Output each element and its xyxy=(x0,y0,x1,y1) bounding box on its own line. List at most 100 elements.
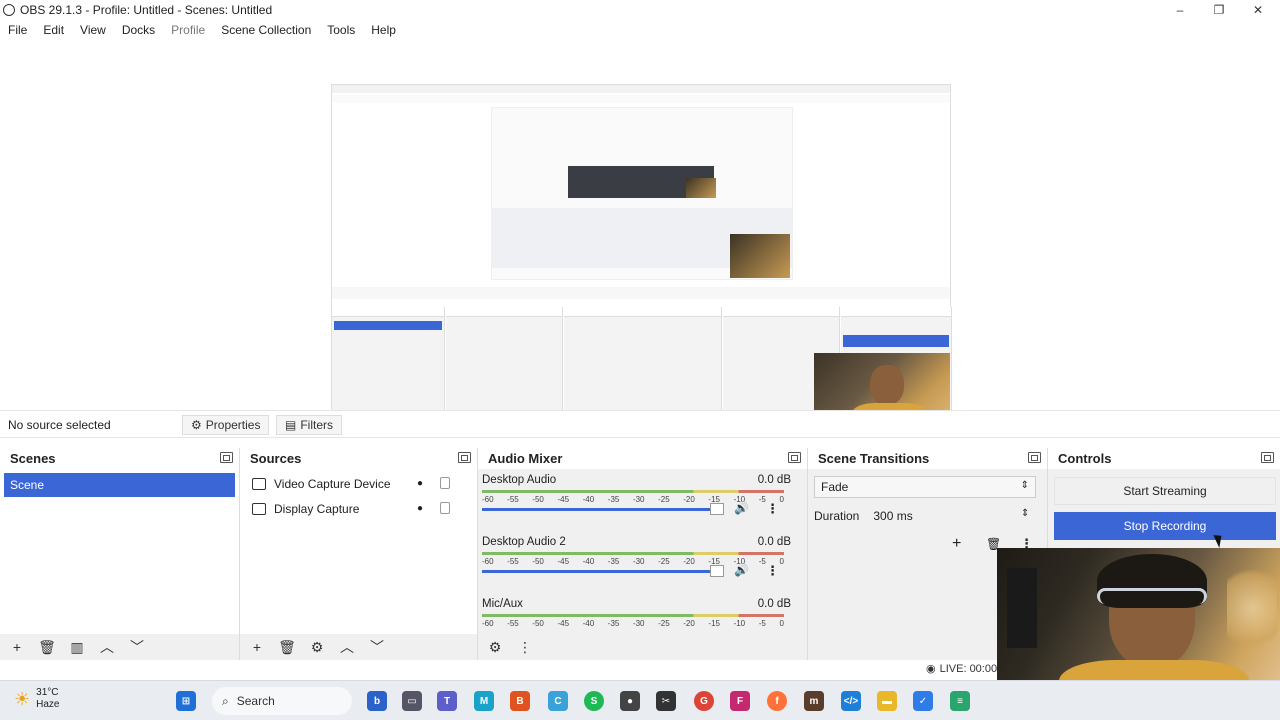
menu-profile[interactable]: Profile xyxy=(163,23,213,37)
add-transition-icon[interactable]: + xyxy=(952,535,961,553)
spotify-icon[interactable]: S xyxy=(584,691,604,711)
move-down-icon[interactable]: ﹀ xyxy=(368,638,386,656)
stop-recording-button[interactable]: Stop Recording xyxy=(1054,512,1276,540)
start-streaming-button[interactable]: Start Streaming xyxy=(1054,477,1276,505)
menu-view[interactable]: View xyxy=(72,23,114,37)
mixer-footer: ⚙ ⋮ xyxy=(478,634,807,660)
monitor-icon xyxy=(252,502,266,515)
undock-icon[interactable] xyxy=(458,452,471,463)
move-down-icon[interactable]: ﹀ xyxy=(128,638,146,656)
audio-mixer-title-bar: Audio Mixer xyxy=(478,448,807,469)
kebab-menu-icon[interactable]: ⋮ xyxy=(766,501,779,517)
obs-window: OBS 29.1.3 - Profile: Untitled - Scenes:… xyxy=(0,0,1280,720)
transition-type-select[interactable]: Fade ⇕ xyxy=(814,476,1036,498)
window-title: OBS 29.1.3 - Profile: Untitled - Scenes:… xyxy=(20,3,273,17)
lock-icon[interactable] xyxy=(440,502,450,514)
sources-title: Sources xyxy=(250,451,302,466)
temperature: 31°C xyxy=(36,687,59,698)
controls-title-bar: Controls xyxy=(1048,448,1280,469)
teams-icon[interactable]: T xyxy=(437,691,457,711)
source-name: Display Capture xyxy=(274,501,360,516)
gear-icon[interactable]: ⚙ xyxy=(308,638,326,656)
source-name: Video Capture Device xyxy=(274,476,391,491)
notepad-icon[interactable]: ≡ xyxy=(950,691,970,711)
channel-level: 0.0 dB xyxy=(757,536,791,548)
todo-icon[interactable]: ✓ xyxy=(913,691,933,711)
channel-name: Desktop Audio 2 xyxy=(482,536,566,548)
eye-icon[interactable]: ● xyxy=(417,503,429,514)
minimize-button[interactable]: – xyxy=(1160,0,1200,20)
volume-meter xyxy=(482,614,784,617)
sun-haze-icon: ☀ xyxy=(14,689,31,709)
channel-level: 0.0 dB xyxy=(757,474,791,486)
gear-icon: ⚙ xyxy=(191,418,202,432)
kebab-menu-icon[interactable]: ⋮ xyxy=(766,563,779,579)
spin-arrows-icon[interactable]: ⇕ xyxy=(1021,508,1029,519)
mysql-icon[interactable]: M xyxy=(474,691,494,711)
weather-condition: Haze xyxy=(36,699,60,710)
sources-dock: Sources Video Capture Device ● Display C… xyxy=(240,448,478,660)
weather-widget[interactable]: ☀ 31°C Haze xyxy=(14,687,60,711)
volume-slider-handle[interactable] xyxy=(710,565,724,577)
obs-taskbar-icon[interactable]: ● xyxy=(620,691,640,711)
scene-filter-icon[interactable]: ▥ xyxy=(68,638,86,656)
folder-icon[interactable]: ▬ xyxy=(877,691,897,711)
undock-icon[interactable] xyxy=(220,452,233,463)
undock-icon[interactable] xyxy=(1028,452,1041,463)
channel-name: Desktop Audio xyxy=(482,474,557,486)
volume-slider-handle[interactable] xyxy=(710,503,724,515)
sources-dock-title: Sources xyxy=(240,448,477,469)
properties-button[interactable]: ⚙ Properties xyxy=(182,415,270,435)
undock-icon[interactable] xyxy=(788,452,801,463)
duration-value: 300 ms xyxy=(873,509,913,523)
menu-tools[interactable]: Tools xyxy=(319,23,363,37)
menu-help[interactable]: Help xyxy=(363,23,404,37)
preview-area[interactable] xyxy=(0,40,1280,437)
eye-icon[interactable]: ● xyxy=(417,478,429,489)
figma-icon[interactable]: F xyxy=(730,691,750,711)
filter-icon: ▤ xyxy=(285,418,297,432)
duration-input[interactable]: 300 ms ⇕ xyxy=(867,505,1036,527)
add-scene-icon[interactable]: + xyxy=(8,638,26,656)
undock-icon[interactable] xyxy=(1261,452,1274,463)
brave-icon[interactable]: B xyxy=(510,691,530,711)
file-explorer-icon[interactable]: ▭ xyxy=(402,691,422,711)
volume-slider[interactable] xyxy=(482,508,722,511)
move-up-icon[interactable]: ︿ xyxy=(338,638,356,656)
close-button[interactable]: ✕ xyxy=(1238,0,1278,20)
copilot-icon[interactable]: b xyxy=(367,691,387,711)
scenes-dock: Scenes Scene + 🗑 ▥ ︿ ﹀ xyxy=(0,448,240,660)
volume-slider[interactable] xyxy=(482,570,722,573)
minecraft-icon[interactable]: m xyxy=(804,691,824,711)
advanced-audio-gear-icon[interactable]: ⚙ xyxy=(486,638,504,656)
lock-icon[interactable] xyxy=(440,477,450,489)
source-row[interactable]: Display Capture ● xyxy=(240,496,477,521)
add-source-icon[interactable]: + xyxy=(248,638,266,656)
transition-type-value: Fade xyxy=(821,480,849,494)
menu-docks[interactable]: Docks xyxy=(114,23,163,37)
kebab-menu-icon[interactable]: ⋮ xyxy=(516,638,534,656)
chrome-canary-icon[interactable]: C xyxy=(548,691,568,711)
scene-item[interactable]: Scene xyxy=(4,473,235,497)
move-up-icon[interactable]: ︿ xyxy=(98,638,116,656)
trash-icon[interactable]: 🗑 xyxy=(278,638,296,656)
taskbar-search[interactable]: ⌕ Search xyxy=(212,687,352,715)
snipping-tool-icon[interactable]: ✂ xyxy=(656,691,676,711)
controls-title: Controls xyxy=(1058,451,1112,466)
source-row[interactable]: Video Capture Device ● xyxy=(240,471,477,496)
volume-meter xyxy=(482,552,784,555)
menu-edit[interactable]: Edit xyxy=(35,23,72,37)
trash-icon[interactable]: 🗑 xyxy=(38,638,56,656)
menu-file[interactable]: File xyxy=(0,23,35,37)
speaker-icon[interactable]: 🔊 xyxy=(734,501,749,515)
firefox-icon[interactable]: f xyxy=(767,691,787,711)
maximize-button[interactable]: ❐ xyxy=(1199,0,1239,20)
menu-scene-collection[interactable]: Scene Collection xyxy=(213,23,319,37)
speaker-icon[interactable]: 🔊 xyxy=(734,563,749,577)
vscode-icon[interactable]: </> xyxy=(841,691,861,711)
broadcast-icon: ◉ xyxy=(926,663,936,675)
filters-button[interactable]: ▤ Filters xyxy=(276,415,343,435)
windows-start-icon[interactable]: ⊞ xyxy=(176,691,196,711)
chrome-icon[interactable]: G xyxy=(694,691,714,711)
live-status: ◉ LIVE: 00:00 xyxy=(926,662,997,676)
